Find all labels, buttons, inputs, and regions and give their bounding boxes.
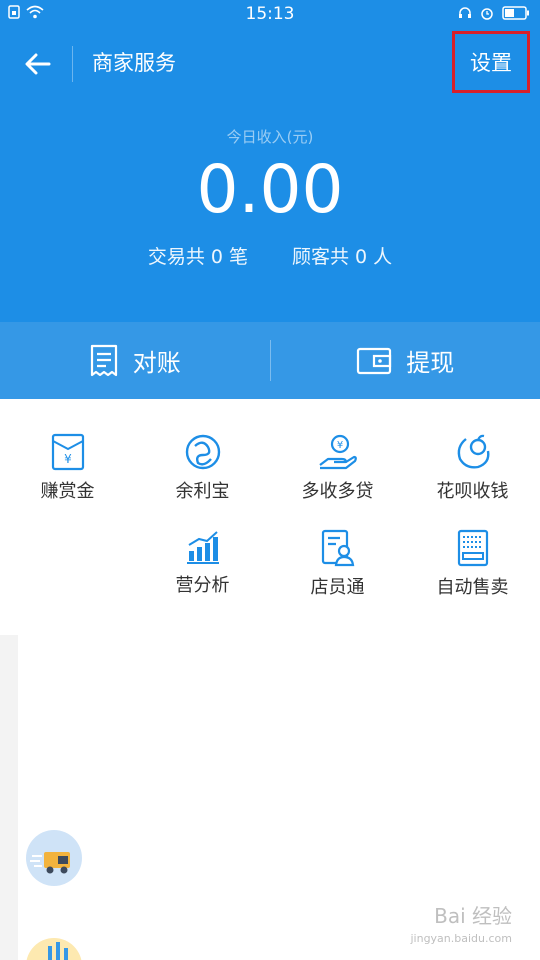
reward-envelope-icon: ¥ xyxy=(51,433,84,471)
svg-text:¥: ¥ xyxy=(336,440,342,451)
income-label: 今日收入(元) xyxy=(226,128,314,146)
action-bar: 对账 提现 xyxy=(0,322,540,399)
wallet-icon xyxy=(357,347,392,374)
svg-text:¥: ¥ xyxy=(64,452,72,466)
withdraw-button[interactable]: 提现 xyxy=(271,322,540,399)
loan-hand-icon: ¥ xyxy=(318,434,357,470)
watermark: Bai 经验 xyxy=(434,904,512,928)
service-loan[interactable]: ¥ 多收多贷 xyxy=(270,399,405,502)
withdraw-label: 提现 xyxy=(406,349,455,377)
service-label: 店员通 xyxy=(310,577,365,598)
huabei-icon xyxy=(457,434,489,469)
service-clerk[interactable]: 店员通 xyxy=(270,495,405,598)
income-stats: 交易共 0 笔 顾客共 0 人 xyxy=(0,242,540,269)
service-yulibao[interactable]: 余利宝 xyxy=(135,399,270,502)
income-amount: 0.00 xyxy=(196,151,344,228)
yulibao-icon xyxy=(185,434,220,470)
service-analysis[interactable]: 营分析 xyxy=(135,495,270,596)
settings-button[interactable]: 设置 xyxy=(452,31,530,93)
clerk-icon xyxy=(321,529,354,567)
services-grid: ¥ 赚赏金 余利宝 ¥ 多收多贷 花呗收钱 营分析 店员通 自动售卖 xyxy=(0,399,540,635)
truck-icon xyxy=(30,852,70,874)
alarm-icon xyxy=(481,8,493,20)
vending-machine-icon xyxy=(457,529,488,567)
nav-divider xyxy=(72,46,73,82)
back-button[interactable] xyxy=(18,48,58,80)
truck-avatar[interactable] xyxy=(26,830,82,886)
reconcile-label: 对账 xyxy=(132,349,181,377)
page-title: 商家服务 xyxy=(92,51,176,75)
bar-chart-icon xyxy=(186,531,219,564)
service-label: 自动售卖 xyxy=(436,577,509,598)
transactions-count: 交易共 0 笔 xyxy=(147,246,248,268)
service-label: 营分析 xyxy=(175,575,230,596)
watermark-url: jingyan.baidu.com xyxy=(410,932,512,945)
service-reward[interactable]: ¥ 赚赏金 xyxy=(0,399,135,502)
reconcile-button[interactable]: 对账 xyxy=(0,322,270,399)
receipt-icon xyxy=(90,344,117,376)
income-header: 商家服务 设置 今日收入(元) 0.00 交易共 0 笔 顾客共 0 人 xyxy=(0,28,540,322)
customers-count: 顾客共 0 人 xyxy=(292,246,393,268)
sales-chart-icon xyxy=(48,942,68,960)
arrow-left-icon xyxy=(25,53,51,75)
battery-icon xyxy=(502,6,529,20)
chart-avatar[interactable] xyxy=(26,938,82,960)
status-right-icons xyxy=(458,6,530,20)
service-vending[interactable]: 自动售卖 xyxy=(405,495,540,598)
headset-icon xyxy=(459,7,471,18)
status-bar: 15:13 xyxy=(0,0,540,28)
service-label: 赚赏金 xyxy=(40,481,95,502)
service-huabei[interactable]: 花呗收钱 xyxy=(405,399,540,502)
